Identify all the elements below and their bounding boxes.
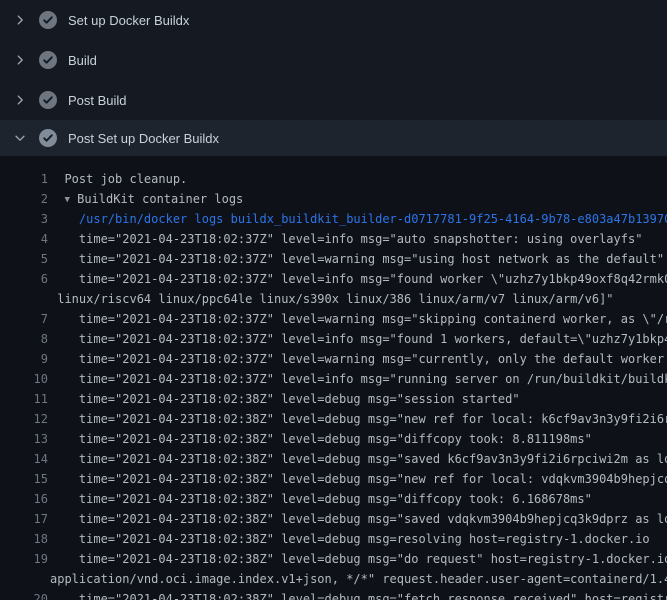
step-label: Post Build — [68, 93, 127, 108]
log-line: 17 time="2021-04-23T18:02:38Z" level=deb… — [0, 509, 667, 529]
log-line: 9 time="2021-04-23T18:02:37Z" level=warn… — [0, 349, 667, 369]
log-text: time="2021-04-23T18:02:38Z" level=debug … — [50, 529, 650, 549]
log-text: time="2021-04-23T18:02:38Z" level=debug … — [50, 549, 667, 569]
log-line-number[interactable]: 17 — [0, 509, 48, 529]
log-line: 14 time="2021-04-23T18:02:38Z" level=deb… — [0, 449, 667, 469]
log-text: time="2021-04-23T18:02:38Z" level=debug … — [50, 469, 667, 489]
success-check-circle-icon — [38, 90, 58, 110]
chevron-right-icon[interactable] — [12, 92, 28, 108]
log-group-header: ▼ BuildKit container logs — [50, 189, 243, 209]
success-check-circle-icon — [38, 128, 58, 148]
log-line-number[interactable]: 15 — [0, 469, 48, 489]
log-text: time="2021-04-23T18:02:38Z" level=debug … — [50, 449, 667, 469]
log-line: 12 time="2021-04-23T18:02:38Z" level=deb… — [0, 409, 667, 429]
log-line: 20 time="2021-04-23T18:02:38Z" level=deb… — [0, 589, 667, 600]
log-line: 4 time="2021-04-23T18:02:37Z" level=info… — [0, 229, 667, 249]
log-text: application/vnd.oci.image.index.v1+json,… — [50, 569, 667, 589]
steps-list: Set up Docker Buildx Build Post Build Post … — [0, 0, 667, 156]
log-line: 7 time="2021-04-23T18:02:37Z" level=warn… — [0, 309, 667, 329]
log-text: time="2021-04-23T18:02:37Z" level=warnin… — [50, 249, 664, 269]
log-line-number — [0, 289, 48, 309]
log-line: 6 time="2021-04-23T18:02:37Z" level=info… — [0, 269, 667, 289]
step-label: Set up Docker Buildx — [68, 13, 189, 28]
log-line: 15 time="2021-04-23T18:02:38Z" level=deb… — [0, 469, 667, 489]
log-line-number[interactable]: 8 — [0, 329, 48, 349]
step-label: Post Set up Docker Buildx — [68, 131, 219, 146]
log-text: time="2021-04-23T18:02:37Z" level=info m… — [50, 229, 642, 249]
log-text: time="2021-04-23T18:02:38Z" level=debug … — [50, 589, 667, 600]
log-line: 2 ▼ BuildKit container logs — [0, 189, 667, 209]
group-expanded-triangle-icon[interactable]: ▼ — [64, 190, 69, 210]
log-line: application/vnd.oci.image.index.v1+json,… — [0, 569, 667, 589]
log-text: linux/riscv64 linux/ppc64le linux/s390x … — [50, 289, 614, 309]
log-text: time="2021-04-23T18:02:37Z" level=warnin… — [50, 349, 667, 369]
log-text: time="2021-04-23T18:02:38Z" level=debug … — [50, 429, 592, 449]
log-text: time="2021-04-23T18:02:38Z" level=debug … — [50, 389, 520, 409]
step-header-set-up-docker-buildx[interactable]: Set up Docker Buildx — [0, 0, 667, 40]
log-command-text: /usr/bin/docker logs buildx_buildkit_bui… — [50, 209, 667, 229]
log-text: time="2021-04-23T18:02:37Z" level=info m… — [50, 329, 667, 349]
log-line-number[interactable]: 7 — [0, 309, 48, 329]
log-text: time="2021-04-23T18:02:37Z" level=warnin… — [50, 309, 667, 329]
log-text: time="2021-04-23T18:02:38Z" level=debug … — [50, 409, 667, 429]
log-line: 8 time="2021-04-23T18:02:37Z" level=info… — [0, 329, 667, 349]
chevron-right-icon[interactable] — [12, 52, 28, 68]
log-text: time="2021-04-23T18:02:38Z" level=debug … — [50, 489, 592, 509]
step-header-post-set-up-docker-buildx[interactable]: Post Set up Docker Buildx — [0, 120, 667, 156]
log-text: time="2021-04-23T18:02:38Z" level=debug … — [50, 509, 667, 529]
log-line: 19 time="2021-04-23T18:02:38Z" level=deb… — [0, 549, 667, 569]
log-line-number[interactable]: 20 — [0, 589, 48, 600]
log-line: linux/riscv64 linux/ppc64le linux/s390x … — [0, 289, 667, 309]
log-line: 1 Post job cleanup. — [0, 169, 667, 189]
log-text: Post job cleanup. — [50, 169, 187, 189]
log-line: 3 /usr/bin/docker logs buildx_buildkit_b… — [0, 209, 667, 229]
log-line: 11 time="2021-04-23T18:02:38Z" level=deb… — [0, 389, 667, 409]
log-line-number[interactable]: 2 — [0, 189, 48, 209]
log-line-number[interactable]: 5 — [0, 249, 48, 269]
log-lines: 1 Post job cleanup.2 ▼ BuildKit containe… — [0, 156, 667, 600]
log-line-number[interactable]: 10 — [0, 369, 48, 389]
log-text: time="2021-04-23T18:02:37Z" level=info m… — [50, 369, 667, 389]
log-line-number — [0, 569, 48, 589]
success-check-circle-icon — [38, 10, 58, 30]
chevron-down-icon[interactable] — [12, 130, 28, 146]
success-check-circle-icon — [38, 50, 58, 70]
log-line-number[interactable]: 16 — [0, 489, 48, 509]
step-header-post-build[interactable]: Post Build — [0, 80, 667, 120]
log-line: 13 time="2021-04-23T18:02:38Z" level=deb… — [0, 429, 667, 449]
log-line-number[interactable]: 6 — [0, 269, 48, 289]
step-header-build[interactable]: Build — [0, 40, 667, 80]
log-line-number[interactable]: 9 — [0, 349, 48, 369]
chevron-right-icon[interactable] — [12, 12, 28, 28]
log-text: time="2021-04-23T18:02:37Z" level=info m… — [50, 269, 667, 289]
log-line: 18 time="2021-04-23T18:02:38Z" level=deb… — [0, 529, 667, 549]
log-line: 10 time="2021-04-23T18:02:37Z" level=inf… — [0, 369, 667, 389]
group-label[interactable]: BuildKit container logs — [77, 192, 243, 206]
step-label: Build — [68, 53, 97, 68]
log-line: 5 time="2021-04-23T18:02:37Z" level=warn… — [0, 249, 667, 269]
log-line-number[interactable]: 11 — [0, 389, 48, 409]
log-line-number[interactable]: 18 — [0, 529, 48, 549]
log-line-number[interactable]: 3 — [0, 209, 48, 229]
log-line-number[interactable]: 12 — [0, 409, 48, 429]
log-line-number[interactable]: 19 — [0, 549, 48, 569]
log-line-number[interactable]: 13 — [0, 429, 48, 449]
log-line-number[interactable]: 4 — [0, 229, 48, 249]
log-line: 16 time="2021-04-23T18:02:38Z" level=deb… — [0, 489, 667, 509]
log-line-number[interactable]: 1 — [0, 169, 48, 189]
log-line-number[interactable]: 14 — [0, 449, 48, 469]
